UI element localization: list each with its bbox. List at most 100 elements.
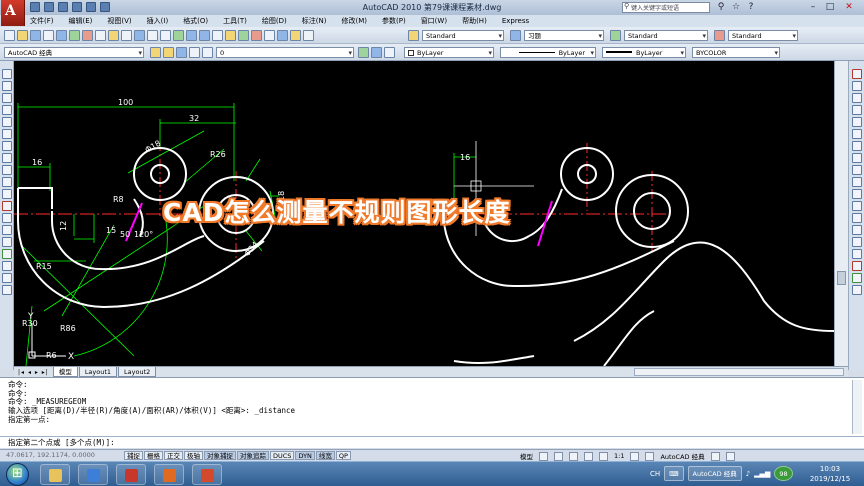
gradient-icon[interactable] [1,249,12,259]
point-icon[interactable] [1,225,12,235]
tab-model[interactable]: 模型 [52,367,78,377]
copy-icon[interactable] [95,30,106,41]
plotstyle-select[interactable]: BYCOLOR [692,47,780,58]
preview-icon[interactable] [56,30,67,41]
lock-ui-icon[interactable] [710,451,720,461]
toggle-polar[interactable]: 极轴 [184,451,203,460]
multileader-style-icon[interactable] [714,30,725,41]
ellipse-icon[interactable] [1,177,12,187]
copy-object-icon[interactable] [851,81,862,91]
menu-help[interactable]: 帮助(H) [457,16,497,26]
rotate-icon[interactable] [851,141,862,151]
help-icon[interactable]: ⚲ [714,1,728,13]
mirror-icon[interactable] [851,93,862,103]
erase-icon[interactable] [851,69,862,79]
trim-icon[interactable] [851,177,862,187]
zoom-realtime-icon[interactable] [186,30,197,41]
table-style-icon[interactable] [610,30,621,41]
quick-view-layouts-icon[interactable] [539,451,548,461]
input-language[interactable]: CH [650,470,660,478]
menu-dimension[interactable]: 标注(N) [297,16,337,26]
explode-icon[interactable] [851,261,862,271]
stretch-icon[interactable] [851,165,862,175]
taskbar-explorer[interactable] [40,464,70,485]
search-input[interactable]: 键入关键字或短语 [622,2,710,13]
print-icon[interactable] [43,30,54,41]
start-button[interactable] [6,463,29,486]
menu-window[interactable]: 窗口(W) [416,16,457,26]
menu-draw[interactable]: 绘图(D) [257,16,297,26]
text-style-select[interactable]: Standard [422,30,504,41]
layer-previous-icon[interactable] [371,47,382,58]
calculator-icon[interactable] [290,30,301,41]
zoom-status-icon[interactable] [584,451,593,461]
ime-status[interactable]: ⌨ [664,466,684,481]
sun-icon[interactable] [176,47,187,58]
quick-view-drawings-icon[interactable] [554,451,563,461]
workspace-status[interactable]: AutoCAD 经典 [660,451,704,461]
star-icon[interactable]: ☆ [729,1,743,13]
paste-icon[interactable] [108,30,119,41]
join-icon[interactable] [851,225,862,235]
command-scrollbar[interactable] [852,380,862,434]
ellipse-arc-icon[interactable] [1,189,12,199]
tray-autocad-status[interactable]: AutoCAD 经典 [687,466,742,481]
save-icon[interactable] [30,30,41,41]
maximize-button[interactable]: □ [823,1,837,13]
zoom-previous-icon[interactable] [212,30,223,41]
match-properties-icon[interactable] [121,30,132,41]
table-style-select[interactable]: Standard [624,30,708,41]
redo-icon[interactable] [160,30,171,41]
toggle-ortho[interactable]: 正交 [164,451,183,460]
fillet-icon[interactable] [851,249,862,259]
arc-icon[interactable] [1,129,12,139]
multileader-style-select[interactable]: Standard [728,30,798,41]
chamfer-icon[interactable] [851,237,862,247]
markup-icon[interactable] [277,30,288,41]
rectangle-icon[interactable] [1,117,12,127]
close-button[interactable]: ✕ [842,1,856,13]
layer-properties-icon[interactable] [150,47,161,58]
menu-insert[interactable]: 插入(I) [142,16,179,26]
model-space-label[interactable]: 模型 [520,451,533,461]
workspace-switch-icon[interactable] [645,451,655,461]
linetype-select[interactable]: ByLayer [500,47,596,58]
break-at-point-icon[interactable] [851,201,862,211]
object-snap-icon[interactable] [851,285,862,295]
command-input[interactable]: 指定第二个点或 [多个点(M)]: [0,436,864,448]
toggle-ducs[interactable]: DUCS [270,451,295,460]
insert-block-icon[interactable] [1,201,12,211]
application-menu-button[interactable]: A [1,0,25,26]
taskbar-clock[interactable]: 10:03 2019/12/15 [800,464,860,484]
circle-icon[interactable] [1,141,12,151]
break-icon[interactable] [851,213,862,223]
scale-icon[interactable] [851,153,862,163]
steering-wheel-icon[interactable] [599,451,608,461]
array-icon[interactable] [851,117,862,127]
make-block-icon[interactable] [1,213,12,223]
toggle-grid[interactable]: 栅格 [144,451,163,460]
dim-style-select[interactable]: 习题 [524,30,604,41]
taskbar-presentation[interactable] [192,464,222,485]
menu-format[interactable]: 格式(O) [178,16,218,26]
toggle-otrack[interactable]: 对象追踪 [237,451,269,460]
vertical-scrollbar[interactable] [834,61,848,366]
region-icon[interactable] [1,261,12,271]
toggle-lineweight[interactable]: 线宽 [315,451,335,460]
dim-style-icon[interactable] [510,30,521,41]
tab-layout1[interactable]: Layout1 [78,367,118,377]
menu-tools[interactable]: 工具(T) [218,16,257,26]
color-square-icon[interactable] [202,47,213,58]
help-icon[interactable] [303,30,314,41]
layer-select[interactable]: 0 [216,47,354,58]
sheet-set-icon[interactable] [264,30,275,41]
make-current-icon[interactable] [358,47,369,58]
security-badge[interactable]: 98 [774,466,793,481]
lock-icon[interactable] [189,47,200,58]
block-editor-icon[interactable] [134,30,145,41]
taskbar-media-player[interactable] [154,464,184,485]
undo-icon[interactable] [147,30,158,41]
design-center-icon[interactable] [238,30,249,41]
text-style-icon[interactable] [408,30,419,41]
polygon-icon[interactable] [1,105,12,115]
